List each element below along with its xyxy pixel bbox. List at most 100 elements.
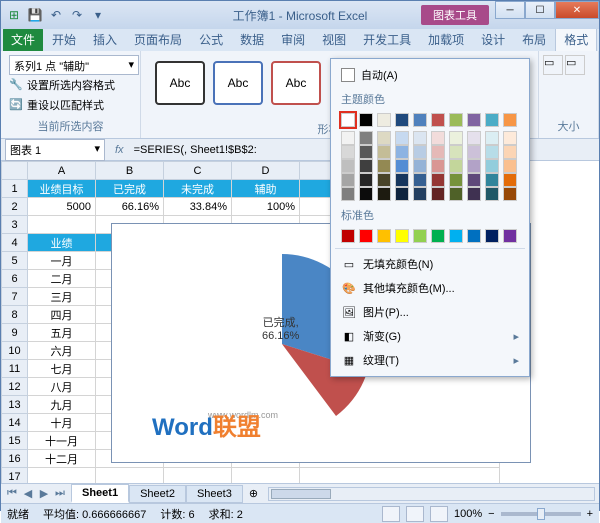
color-swatch[interactable]: [467, 159, 481, 173]
color-swatch[interactable]: [377, 187, 391, 201]
tab-file[interactable]: 文件: [3, 28, 43, 51]
color-swatch[interactable]: [395, 173, 409, 187]
auto-color-item[interactable]: 自动(A): [335, 63, 525, 87]
color-swatch[interactable]: [467, 173, 481, 187]
color-swatch[interactable]: [377, 173, 391, 187]
color-swatch[interactable]: [431, 145, 445, 159]
tab-view[interactable]: 视图: [314, 28, 354, 51]
row-header[interactable]: 17: [2, 468, 28, 484]
color-swatch[interactable]: [395, 145, 409, 159]
shape-style-3[interactable]: Abc: [271, 61, 321, 105]
color-swatch[interactable]: [485, 229, 499, 243]
row-header[interactable]: 13: [2, 396, 28, 414]
row-header[interactable]: 15: [2, 432, 28, 450]
color-swatch[interactable]: [413, 145, 427, 159]
scroll-thumb[interactable]: [271, 489, 331, 499]
color-swatch[interactable]: [449, 145, 463, 159]
color-swatch[interactable]: [395, 131, 409, 145]
row-header[interactable]: 16: [2, 450, 28, 468]
row-header[interactable]: 2: [2, 198, 28, 216]
color-swatch[interactable]: [359, 229, 373, 243]
color-swatch[interactable]: [359, 173, 373, 187]
more-colors-item[interactable]: 🎨其他填充颜色(M)...: [335, 276, 525, 300]
color-swatch[interactable]: [503, 159, 517, 173]
color-swatch[interactable]: [431, 173, 445, 187]
tab-developer[interactable]: 开发工具: [355, 28, 419, 51]
color-swatch[interactable]: [341, 173, 355, 187]
zoom-thumb[interactable]: [537, 508, 545, 520]
color-swatch[interactable]: [359, 131, 373, 145]
sheet-nav-next-icon[interactable]: ▶: [37, 487, 51, 500]
color-swatch[interactable]: [431, 131, 445, 145]
view-normal-button[interactable]: [382, 506, 400, 522]
color-swatch[interactable]: [485, 113, 499, 127]
color-swatch[interactable]: [413, 131, 427, 145]
color-swatch[interactable]: [503, 229, 517, 243]
sheet-nav-prev-icon[interactable]: ◀: [21, 487, 35, 500]
color-swatch[interactable]: [449, 229, 463, 243]
fx-label[interactable]: fx: [109, 144, 130, 156]
color-swatch[interactable]: [413, 173, 427, 187]
col-header[interactable]: B: [96, 162, 164, 180]
color-swatch[interactable]: [485, 131, 499, 145]
sheet-tab-1[interactable]: Sheet1: [71, 484, 129, 503]
row-header[interactable]: 5: [2, 252, 28, 270]
color-swatch[interactable]: [413, 113, 427, 127]
color-swatch[interactable]: [359, 159, 373, 173]
color-swatch[interactable]: [377, 131, 391, 145]
color-swatch[interactable]: [467, 187, 481, 201]
color-swatch[interactable]: [377, 159, 391, 173]
color-swatch[interactable]: [431, 159, 445, 173]
selection-dropdown[interactable]: 系列1 点 "辅助"▾: [9, 55, 139, 75]
sheet-nav-first-icon[interactable]: ⏮: [5, 487, 19, 500]
color-swatch[interactable]: [503, 173, 517, 187]
row-header[interactable]: 3: [2, 216, 28, 234]
save-icon[interactable]: 💾: [26, 6, 44, 24]
tab-chart-layout[interactable]: 布局: [514, 28, 554, 51]
color-swatch[interactable]: [485, 145, 499, 159]
row-header[interactable]: 14: [2, 414, 28, 432]
tab-review[interactable]: 审阅: [273, 28, 313, 51]
undo-icon[interactable]: ↶: [47, 6, 65, 24]
maximize-button[interactable]: ☐: [525, 1, 555, 19]
color-swatch[interactable]: [341, 229, 355, 243]
zoom-level[interactable]: 100%: [454, 508, 482, 520]
select-all-corner[interactable]: [2, 162, 28, 180]
no-fill-item[interactable]: ▭无填充颜色(N): [335, 252, 525, 276]
row-header[interactable]: 12: [2, 378, 28, 396]
col-header[interactable]: D: [232, 162, 300, 180]
color-swatch[interactable]: [503, 131, 517, 145]
color-swatch[interactable]: [467, 229, 481, 243]
color-swatch[interactable]: [341, 131, 355, 145]
row-header[interactable]: 9: [2, 324, 28, 342]
color-swatch[interactable]: [485, 187, 499, 201]
color-swatch[interactable]: [395, 229, 409, 243]
col-header[interactable]: C: [164, 162, 232, 180]
color-swatch[interactable]: [341, 145, 355, 159]
redo-icon[interactable]: ↷: [68, 6, 86, 24]
color-swatch[interactable]: [485, 159, 499, 173]
gradient-fill-item[interactable]: ◧渐变(G)▸: [335, 324, 525, 348]
arrange-icon[interactable]: ▭: [543, 55, 563, 75]
sheet-tab-3[interactable]: Sheet3: [186, 485, 243, 503]
color-swatch[interactable]: [413, 229, 427, 243]
color-swatch[interactable]: [359, 113, 373, 127]
tab-layout[interactable]: 页面布局: [126, 28, 190, 51]
color-swatch[interactable]: [449, 173, 463, 187]
color-swatch[interactable]: [449, 159, 463, 173]
tab-data[interactable]: 数据: [232, 28, 272, 51]
row-header[interactable]: 8: [2, 306, 28, 324]
tab-home[interactable]: 开始: [44, 28, 84, 51]
sheet-tab-2[interactable]: Sheet2: [129, 485, 186, 503]
color-swatch[interactable]: [413, 187, 427, 201]
color-swatch[interactable]: [377, 145, 391, 159]
row-header[interactable]: 4: [2, 234, 28, 252]
sheet-nav-last-icon[interactable]: ⏭: [53, 487, 67, 500]
shape-style-1[interactable]: Abc: [155, 61, 205, 105]
color-swatch[interactable]: [341, 113, 355, 127]
align-icon[interactable]: ▭: [565, 55, 585, 75]
color-swatch[interactable]: [377, 113, 391, 127]
color-swatch[interactable]: [467, 113, 481, 127]
horizontal-scrollbar[interactable]: [268, 487, 595, 501]
color-swatch[interactable]: [485, 173, 499, 187]
